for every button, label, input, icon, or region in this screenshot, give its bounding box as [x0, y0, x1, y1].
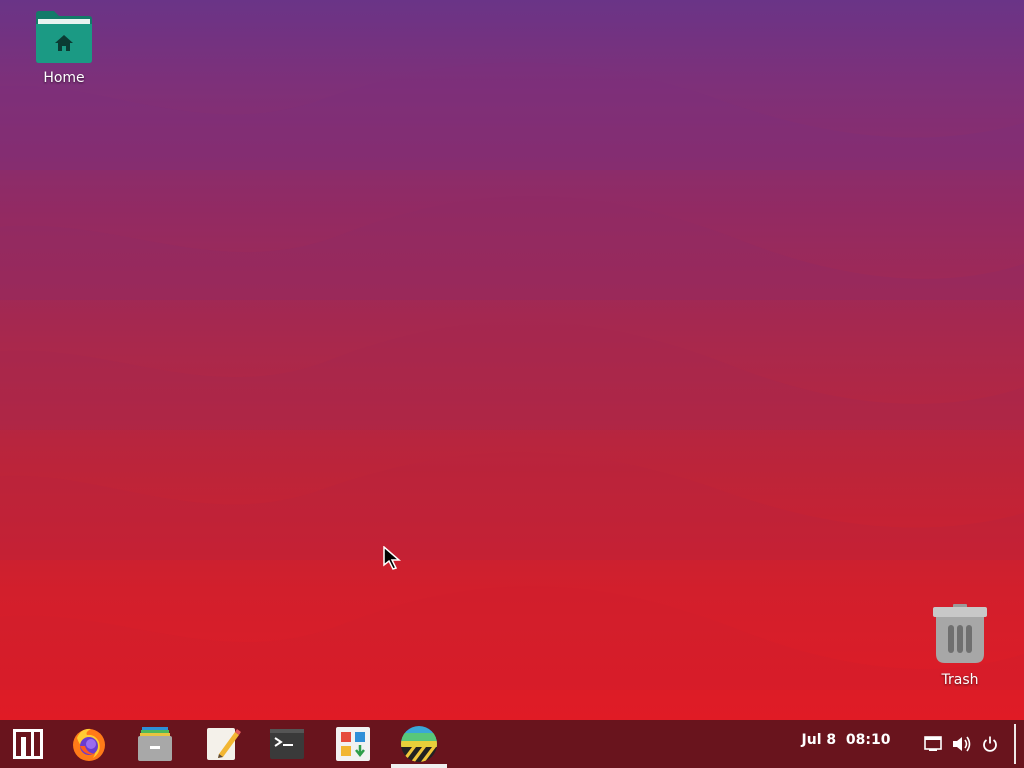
desktop-icon-trash[interactable]: Trash: [915, 604, 1005, 688]
trash-icon: [933, 604, 987, 663]
file-manager-launcher[interactable]: [131, 722, 179, 766]
app-menu-button[interactable]: [4, 722, 52, 766]
wallpaper-wave: [0, 452, 1024, 560]
network-tray[interactable]: [921, 732, 945, 756]
active-app-launcher[interactable]: [395, 722, 443, 766]
terminal-icon: [270, 729, 304, 759]
power-tray[interactable]: [978, 732, 1002, 756]
text-editor-launcher[interactable]: [199, 722, 247, 766]
clock-display[interactable]: Jul 8 08:10: [796, 732, 896, 748]
panel-edge-separator: [1014, 724, 1016, 764]
file-manager-icon: [138, 727, 172, 761]
home-folder-icon: [36, 11, 92, 63]
desktop-icon-label: Home: [43, 70, 85, 86]
software-manager-launcher[interactable]: [329, 722, 377, 766]
firefox-launcher[interactable]: [65, 722, 113, 766]
menu-launcher-icon: [13, 729, 43, 759]
terminal-launcher[interactable]: [263, 722, 311, 766]
wallpaper-wave: [0, 62, 1024, 170]
volume-icon: [953, 736, 971, 752]
desktop-icon-label: Trash: [941, 672, 979, 688]
desktop-wallpaper: Home Trash: [0, 0, 1024, 720]
power-icon: [983, 736, 997, 752]
software-manager-icon: [336, 727, 370, 761]
text-editor-icon: [207, 728, 241, 760]
volume-tray[interactable]: [950, 732, 974, 756]
mouse-pointer-icon: [383, 546, 401, 570]
active-indicator: [391, 764, 447, 768]
network-icon: [924, 736, 942, 751]
wallpaper-wave: [0, 586, 1024, 690]
firefox-icon: [73, 728, 105, 761]
active-app-icon: [401, 726, 437, 762]
wallpaper-wave: [0, 321, 1024, 430]
wallpaper-wave: [0, 196, 1024, 300]
desktop-icon-home[interactable]: Home: [19, 10, 109, 86]
